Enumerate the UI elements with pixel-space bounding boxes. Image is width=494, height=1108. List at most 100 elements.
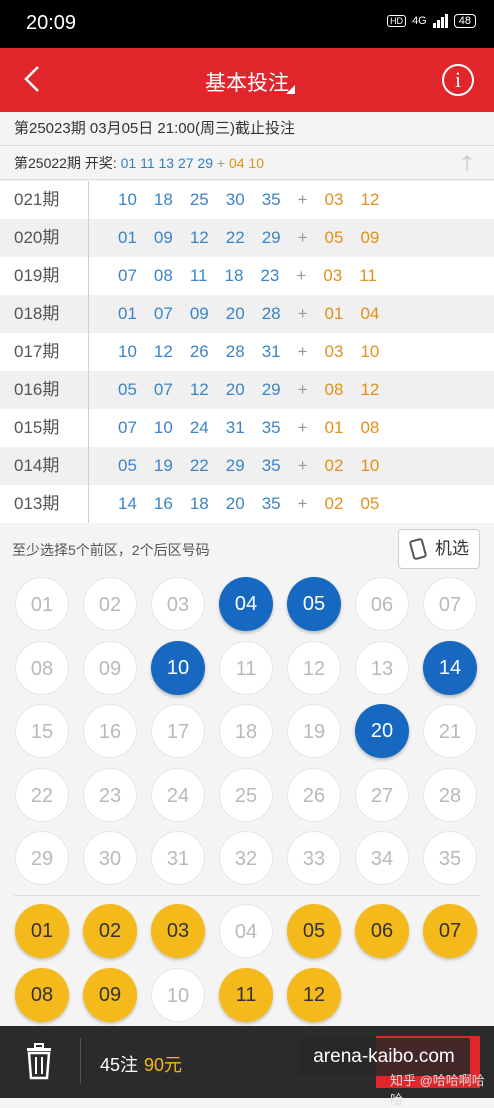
history-period: 020期 <box>14 228 60 247</box>
back-ball[interactable]: 12 <box>287 967 341 1022</box>
history-period: 013期 <box>14 494 60 513</box>
front-ball[interactable]: 10 <box>151 640 205 695</box>
front-ball[interactable]: 03 <box>151 577 205 631</box>
back-ball[interactable]: 03 <box>151 904 205 958</box>
history-period: 021期 <box>14 190 60 209</box>
nav-bar: 基本投注 i <box>0 48 494 112</box>
front-number: 14 <box>118 494 137 513</box>
front-ball[interactable]: 29 <box>15 831 69 885</box>
back-number: 08 <box>324 380 344 399</box>
front-number: 29 <box>225 456 245 475</box>
front-number: 07 <box>153 380 173 399</box>
back-ball[interactable]: 07 <box>423 904 477 958</box>
random-pick-button[interactable]: 机选 <box>398 529 480 569</box>
front-number: 01 <box>118 228 137 247</box>
back-ball[interactable]: 01 <box>15 904 69 958</box>
back-number: 10 <box>360 342 380 361</box>
front-ball[interactable]: 31 <box>151 831 205 885</box>
plus-sign: + <box>297 494 308 513</box>
back-ball[interactable]: 08 <box>15 967 69 1022</box>
back-ball[interactable]: 06 <box>355 904 409 958</box>
front-number: 35 <box>261 456 281 475</box>
trash-icon[interactable] <box>24 1042 54 1080</box>
front-number: 09 <box>189 304 209 323</box>
front-ball[interactable]: 06 <box>355 577 409 631</box>
page-title[interactable]: 基本投注 <box>0 67 494 97</box>
front-ball[interactable]: 33 <box>287 831 341 885</box>
front-number: 01 <box>118 304 137 323</box>
front-ball[interactable]: 14 <box>423 640 477 695</box>
front-ball[interactable]: 17 <box>151 704 205 758</box>
front-number: 28 <box>261 304 281 323</box>
front-number: 07 <box>118 418 137 437</box>
back-ball[interactable]: 09 <box>83 967 137 1022</box>
front-ball[interactable]: 21 <box>423 704 477 758</box>
front-number: 35 <box>261 190 281 209</box>
back-ball[interactable]: 11 <box>219 967 273 1022</box>
back-ball[interactable]: 04 <box>219 904 273 958</box>
front-ball[interactable]: 27 <box>355 767 409 822</box>
front-ball[interactable]: 16 <box>83 704 137 758</box>
last-draw-label: 第25022期 开奖: <box>14 155 117 171</box>
status-time: 20:09 <box>26 12 77 34</box>
bet-amount: 90元 <box>144 1055 183 1075</box>
front-ball[interactable]: 11 <box>219 640 273 695</box>
front-ball[interactable]: 24 <box>151 767 205 822</box>
front-ball[interactable]: 05 <box>287 577 341 631</box>
front-number: 18 <box>153 190 173 209</box>
back-ball[interactable]: 10 <box>151 967 205 1022</box>
history-row: 017期 10 12 26 28 31 +03 10 <box>0 333 494 371</box>
front-ball[interactable]: 12 <box>287 640 341 695</box>
front-ball[interactable]: 34 <box>355 831 409 885</box>
front-ball[interactable]: 22 <box>15 767 69 822</box>
front-ball[interactable]: 01 <box>15 577 69 631</box>
front-ball[interactable]: 26 <box>287 767 341 822</box>
front-ball[interactable]: 18 <box>219 704 273 758</box>
front-number: 24 <box>189 418 209 437</box>
history-numbers: 01 07 09 20 28 +01 04 <box>118 295 396 333</box>
front-ball[interactable]: 09 <box>83 640 137 695</box>
front-number: 22 <box>225 228 245 247</box>
front-number: 10 <box>153 418 173 437</box>
last-draw-row: 第25022期 开奖: 01 11 13 27 29 + 04 10 <box>0 146 494 180</box>
front-ball[interactable]: 25 <box>219 767 273 822</box>
front-ball[interactable]: 20 <box>355 704 409 758</box>
front-ball[interactable]: 15 <box>15 704 69 758</box>
info-icon[interactable]: i <box>442 64 474 96</box>
front-number: 20 <box>225 380 245 399</box>
front-ball[interactable]: 07 <box>423 577 477 631</box>
history-row: 018期 01 07 09 20 28 +01 04 <box>0 295 494 333</box>
zone-divider <box>14 895 480 896</box>
front-ball[interactable]: 35 <box>423 831 477 885</box>
front-ball[interactable]: 04 <box>219 577 273 631</box>
front-ball[interactable]: 30 <box>83 831 137 885</box>
back-ball[interactable]: 02 <box>83 904 137 958</box>
back-number: 05 <box>324 228 344 247</box>
front-number: 20 <box>225 494 245 513</box>
collapse-arrow-icon[interactable] <box>462 154 472 172</box>
history-numbers: 07 10 24 31 35 +01 08 <box>118 409 396 447</box>
back-number: 12 <box>360 380 380 399</box>
history-numbers: 10 12 26 28 31 +03 10 <box>118 333 396 371</box>
bet-count: 45注 <box>100 1055 139 1075</box>
back-number: 05 <box>360 494 380 513</box>
plus-sign: + <box>297 418 308 437</box>
front-ball[interactable]: 13 <box>355 640 409 695</box>
front-number: 05 <box>118 456 137 475</box>
history-divider <box>88 181 89 523</box>
back-number: 11 <box>359 266 377 285</box>
front-ball[interactable]: 23 <box>83 767 137 822</box>
front-ball[interactable]: 19 <box>287 704 341 758</box>
history-period: 014期 <box>14 456 60 475</box>
back-ball[interactable]: 05 <box>287 904 341 958</box>
front-ball[interactable]: 28 <box>423 767 477 822</box>
history-period: 019期 <box>14 266 60 285</box>
front-ball[interactable]: 02 <box>83 577 137 631</box>
front-ball[interactable]: 08 <box>15 640 69 695</box>
back-number: 04 <box>360 304 380 323</box>
front-ball[interactable]: 32 <box>219 831 273 885</box>
dropdown-caret-icon[interactable] <box>286 85 295 94</box>
last-draw-plus: + <box>216 155 226 171</box>
last-draw-front: 01 11 13 27 29 <box>120 155 217 171</box>
plus-sign: + <box>297 228 308 247</box>
